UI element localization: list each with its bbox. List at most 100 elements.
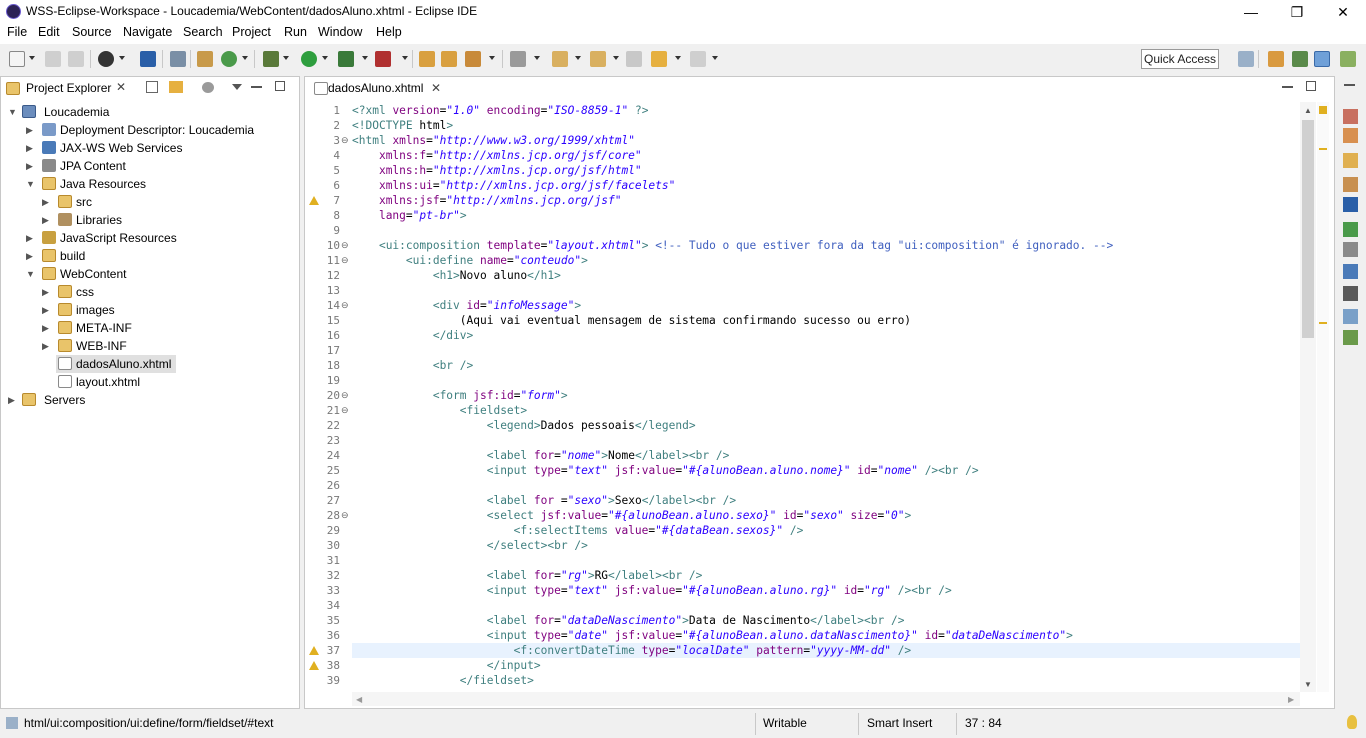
save-all-icon[interactable] [68, 51, 84, 67]
wand-icon[interactable] [465, 51, 481, 67]
profile-icon[interactable] [98, 51, 114, 67]
menu-edit[interactable]: Edit [38, 25, 60, 39]
debug-perspective-icon[interactable] [1292, 51, 1308, 67]
servers-view-icon[interactable] [1343, 222, 1358, 237]
profile-dropdown-icon[interactable] [119, 56, 125, 60]
quick-access-input[interactable]: Quick Access [1141, 49, 1219, 69]
run-icon[interactable] [301, 51, 317, 67]
web-perspective-icon[interactable] [1314, 51, 1330, 67]
forward-icon[interactable] [690, 51, 706, 67]
last-edit-icon[interactable] [626, 51, 642, 67]
snippets-icon[interactable] [1343, 264, 1358, 279]
server-run-icon[interactable] [375, 51, 391, 67]
warning-marker-icon[interactable] [1319, 322, 1327, 324]
debug-dropdown-icon[interactable] [283, 56, 289, 60]
menu-run[interactable]: Run [284, 25, 307, 39]
warning-icon[interactable] [309, 196, 319, 205]
new-dropdown-icon[interactable] [29, 56, 35, 60]
close-icon[interactable]: ✕ [431, 81, 441, 95]
debug-icon[interactable] [263, 51, 279, 67]
minimize-button[interactable]: — [1228, 0, 1274, 24]
fold-collapse-icon[interactable]: ⊖ [341, 298, 349, 313]
refresh-dropdown-icon[interactable] [242, 56, 248, 60]
scroll-left-icon[interactable]: ◀ [356, 695, 362, 704]
search-view-icon[interactable] [1343, 309, 1358, 324]
open-perspective-icon[interactable] [1238, 51, 1254, 67]
menu-source[interactable]: Source [72, 25, 112, 39]
scroll-up-icon[interactable]: ▲ [1304, 106, 1312, 115]
maximize-view-icon[interactable] [275, 81, 285, 91]
next-annotation-dropdown-icon[interactable] [575, 56, 581, 60]
menu-file[interactable]: File [7, 25, 27, 39]
annotation-dropdown-icon[interactable] [534, 56, 540, 60]
fold-collapse-icon[interactable]: ⊖ [341, 508, 349, 523]
markers-icon[interactable] [1343, 153, 1358, 168]
project-explorer-tab[interactable]: Project Explorer ✕ [4, 79, 132, 99]
console-icon[interactable] [140, 51, 156, 67]
warning-marker-icon[interactable] [1319, 148, 1327, 150]
scroll-right-icon[interactable]: ▶ [1288, 695, 1294, 704]
scroll-down-icon[interactable]: ▼ [1304, 680, 1312, 689]
fold-collapse-icon[interactable]: ⊖ [341, 133, 349, 148]
annotation-icon[interactable] [510, 51, 526, 67]
fold-collapse-icon[interactable]: ⊖ [341, 238, 349, 253]
back-icon[interactable] [651, 51, 667, 67]
fold-collapse-icon[interactable]: ⊖ [341, 253, 349, 268]
menu-project[interactable]: Project [232, 25, 271, 39]
warning-icon[interactable] [309, 661, 319, 670]
properties-icon[interactable] [1343, 177, 1358, 192]
close-button[interactable]: ✕ [1320, 0, 1366, 24]
menu-window[interactable]: Window [318, 25, 362, 39]
link-with-editor-icon[interactable] [169, 81, 183, 93]
fold-collapse-icon[interactable]: ⊖ [341, 403, 349, 418]
editor-tab-dadosaluno[interactable]: dadosAluno.xhtml ✕ [308, 78, 448, 99]
outline-icon[interactable] [1343, 109, 1358, 124]
run-dropdown-icon[interactable] [322, 56, 328, 60]
minimize-strip-icon[interactable] [1344, 84, 1355, 86]
view-menu-icon[interactable] [232, 84, 242, 90]
data-source-icon[interactable] [1343, 242, 1358, 257]
previous-annotation-icon[interactable] [590, 51, 606, 67]
maximize-editor-icon[interactable] [1306, 81, 1316, 91]
menu-navigate[interactable]: Navigate [123, 25, 172, 39]
task-list-icon[interactable] [1343, 128, 1358, 143]
minimize-view-icon[interactable] [251, 86, 262, 88]
scroll-thumb[interactable] [1302, 120, 1314, 338]
next-annotation-icon[interactable] [552, 51, 568, 67]
minimize-editor-icon[interactable] [1282, 86, 1293, 88]
warning-icon[interactable] [309, 646, 319, 655]
menu-help[interactable]: Help [376, 25, 402, 39]
progress-icon[interactable] [1343, 330, 1358, 345]
code-area[interactable]: <?xml version="1.0" encoding="ISO-8859-1… [352, 102, 1300, 688]
jee-perspective-icon[interactable] [1268, 51, 1284, 67]
filter-icon[interactable] [202, 82, 214, 93]
new-file-icon[interactable] [9, 51, 25, 67]
menu-search[interactable]: Search [183, 25, 223, 39]
wand-dropdown-icon[interactable] [489, 56, 495, 60]
open-type-icon[interactable] [197, 51, 213, 67]
collapse-all-icon[interactable] [146, 81, 158, 93]
restore-button[interactable]: ❐ [1274, 0, 1320, 24]
git-perspective-icon[interactable] [1340, 51, 1356, 67]
warning-marker-icon[interactable] [1319, 106, 1327, 114]
line-number: 20 [326, 389, 340, 402]
tip-bulb-icon[interactable] [1347, 715, 1357, 729]
external-tools-icon[interactable] [338, 51, 354, 67]
problems-icon[interactable] [1343, 286, 1358, 301]
pin-icon[interactable] [170, 51, 186, 67]
close-icon[interactable]: ✕ [116, 80, 126, 94]
open-folder-icon[interactable] [441, 51, 457, 67]
save-icon[interactable] [45, 51, 61, 67]
forward-dropdown-icon[interactable] [712, 56, 718, 60]
server-dropdown-icon[interactable] [402, 56, 408, 60]
overview-ruler[interactable] [1317, 102, 1329, 692]
back-dropdown-icon[interactable] [675, 56, 681, 60]
external-tools-dropdown-icon[interactable] [362, 56, 368, 60]
previous-annotation-dropdown-icon[interactable] [613, 56, 619, 60]
horizontal-scrollbar[interactable] [352, 692, 1300, 706]
new-package-icon[interactable] [419, 51, 435, 67]
console-view-icon[interactable] [1343, 197, 1358, 212]
tree-item-dadosaluno[interactable]: dadosAluno.xhtml [56, 355, 176, 373]
fold-collapse-icon[interactable]: ⊖ [341, 388, 349, 403]
refresh-icon[interactable] [221, 51, 237, 67]
